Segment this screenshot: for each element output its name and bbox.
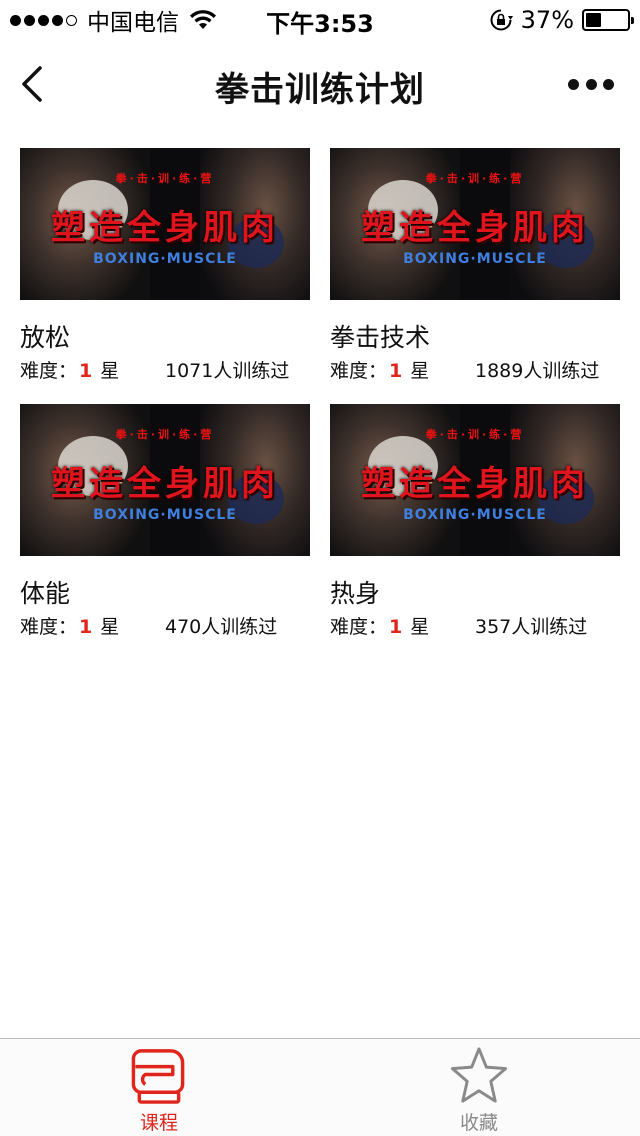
tab-favorites-label: 收藏 [459, 1112, 498, 1134]
battery-icon [582, 9, 634, 31]
trained-count: 1071人训练过 [165, 360, 290, 382]
difficulty: 难度： 1 星 [20, 360, 120, 382]
thumbnail-headline: 塑造全身肌肉 [361, 208, 589, 248]
course-title: 拳击技术 [330, 323, 431, 352]
course-thumbnail: 拳·击·训·练·营 塑造全身肌肉 BOXING·MUSCLE [330, 148, 620, 300]
course-card[interactable]: 拳·击·训·练·营 塑造全身肌肉 BOXING·MUSCLE 热身 难度： 1 星… [330, 404, 620, 638]
difficulty: 难度： 1 星 [20, 616, 120, 638]
course-card[interactable]: 拳·击·训·练·营 塑造全身肌肉 BOXING·MUSCLE 拳击技术 难度： 1… [330, 148, 620, 382]
tab-courses[interactable]: 课程 [99, 1045, 219, 1135]
thumbnail-english: BOXING·MUSCLE [403, 507, 547, 523]
difficulty-stars: 1 [79, 360, 93, 382]
tab-courses-label: 课程 [139, 1112, 178, 1134]
course-card[interactable]: 拳·击·训·练·营 塑造全身肌肉 BOXING·MUSCLE 放松 难度： 1 星… [20, 148, 310, 382]
thumbnail-subtitle: 拳·击·训·练·营 [425, 172, 525, 185]
trained-count: 1889人训练过 [475, 360, 600, 382]
difficulty: 难度： 1 星 [330, 616, 430, 638]
course-meta: 难度： 1 星 1071人训练过 [20, 356, 310, 383]
more-dots-icon [568, 78, 579, 90]
trained-count: 357人训练过 [475, 616, 588, 638]
course-meta: 难度： 1 星 357人训练过 [330, 612, 620, 639]
difficulty-stars: 1 [79, 616, 93, 638]
page-title: 拳击训练计划 [215, 70, 425, 110]
thumbnail-headline: 塑造全身肌肉 [51, 208, 279, 248]
course-title: 放松 [20, 323, 71, 352]
star-icon [450, 1047, 508, 1103]
navigation-bar: 拳击训练计划 [0, 40, 640, 128]
battery-percent: 37% [520, 6, 574, 34]
more-button[interactable] [568, 74, 614, 94]
course-grid: 拳·击·训·练·营 塑造全身肌肉 BOXING·MUSCLE 放松 难度： 1 星… [20, 148, 620, 638]
rotation-lock-icon [490, 9, 513, 31]
thumbnail-subtitle: 拳·击·训·练·营 [115, 172, 215, 185]
boxing-glove-icon [131, 1049, 185, 1104]
course-title: 体能 [20, 579, 71, 608]
course-meta: 难度： 1 星 470人训练过 [20, 612, 310, 639]
difficulty-stars: 1 [389, 616, 403, 638]
status-right: 37% [489, 5, 634, 35]
course-card[interactable]: 拳·击·训·练·营 塑造全身肌肉 BOXING·MUSCLE 体能 难度： 1 星… [20, 404, 310, 638]
thumbnail-english: BOXING·MUSCLE [403, 251, 547, 267]
difficulty: 难度： 1 星 [330, 360, 430, 382]
course-meta: 难度： 1 星 1889人训练过 [330, 356, 620, 383]
course-title: 热身 [330, 579, 381, 608]
thumbnail-subtitle: 拳·击·训·练·营 [115, 428, 215, 441]
difficulty-stars: 1 [389, 360, 403, 382]
thumbnail-headline: 塑造全身肌肉 [361, 464, 589, 504]
battery-level [586, 13, 601, 27]
tab-favorites[interactable]: 收藏 [419, 1045, 539, 1135]
thumbnail-subtitle: 拳·击·训·练·营 [425, 428, 525, 441]
course-thumbnail: 拳·击·训·练·营 塑造全身肌肉 BOXING·MUSCLE [330, 404, 620, 556]
thumbnail-headline: 塑造全身肌肉 [51, 464, 279, 504]
thumbnail-english: BOXING·MUSCLE [93, 507, 237, 523]
tab-bar: 课程 收藏 [0, 1038, 640, 1136]
course-thumbnail: 拳·击·训·练·营 塑造全身肌肉 BOXING·MUSCLE [20, 404, 310, 556]
course-thumbnail: 拳·击·训·练·营 塑造全身肌肉 BOXING·MUSCLE [20, 148, 310, 300]
status-bar: 中国电信 下午3:53 37% [0, 0, 640, 40]
thumbnail-english: BOXING·MUSCLE [93, 251, 237, 267]
trained-count: 470人训练过 [165, 616, 278, 638]
